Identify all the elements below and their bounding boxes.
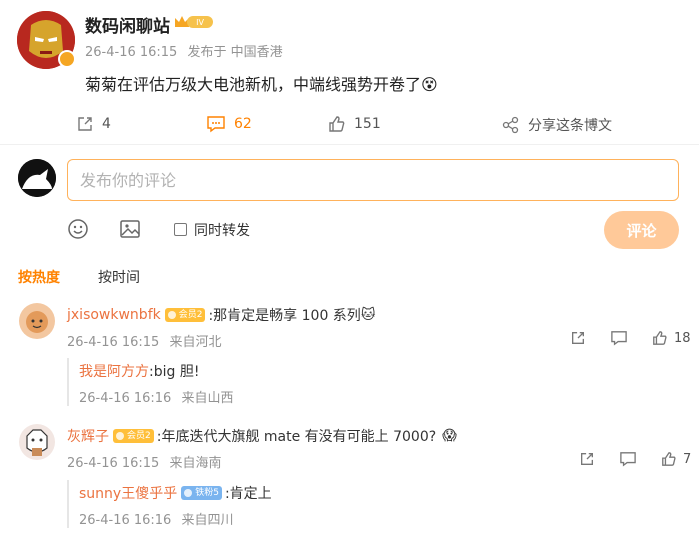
reply-line: sunny王傻乎乎 铁粉5 :肯定上 (79, 483, 272, 503)
comment-avatar[interactable] (19, 303, 55, 339)
comment-avatar[interactable] (19, 424, 55, 460)
reply-time: 26-4-16 16:16 (79, 513, 172, 528)
thumbs-up-icon (653, 331, 667, 345)
reply-meta: 26-4-16 16:16 来自四川 (79, 509, 234, 528)
share-icon (502, 116, 519, 134)
post-source: 发布于 中国香港 (187, 45, 283, 60)
tab-sort-time[interactable]: 按时间 (98, 267, 140, 287)
verified-badge-icon (58, 50, 76, 68)
comment-actions: 18 (570, 330, 691, 346)
comment-like-count: 7 (683, 451, 692, 467)
comment-button[interactable]: 62 (206, 115, 252, 133)
divider (0, 144, 699, 145)
comment-icon[interactable] (610, 330, 628, 346)
comment-actions: 7 (579, 451, 691, 467)
comment-icon (207, 116, 225, 133)
reply-location: 来自四川 (181, 513, 234, 528)
submit-comment-button[interactable]: 评论 (604, 211, 679, 249)
post-emoji: 😵 (421, 75, 438, 94)
my-avatar[interactable] (18, 159, 56, 197)
comment-line: 灰辉子 会员2 :年底迭代大旗舰 mate 有没有可能上 7000? 😱 (67, 426, 457, 446)
reply-text: :big 胆! (149, 364, 200, 380)
reply-time: 26-4-16 16:16 (79, 391, 172, 406)
comment-time: 26-4-16 16:15 (67, 335, 160, 350)
fan-badge: 铁粉5 (181, 486, 222, 500)
comment-text: :那肯定是畅享 100 系列 (208, 308, 361, 324)
thumbs-up-icon (329, 116, 345, 132)
comment-author-name[interactable]: 灰辉子 (67, 426, 109, 446)
comment-count: 62 (234, 116, 252, 132)
repost-icon[interactable] (579, 451, 595, 467)
reply-line: 我是阿方方 :big 胆! (79, 361, 199, 381)
repost-icon[interactable] (570, 330, 586, 346)
reply-location: 来自山西 (181, 391, 234, 406)
thumbs-up-icon (662, 452, 676, 466)
comment-location: 来自海南 (169, 456, 222, 471)
reply-bar (67, 358, 69, 406)
post-body: 菊菊在评估万级大电池新机，中端线强势开卷了😵 (85, 71, 438, 95)
comment-icon[interactable] (619, 451, 637, 467)
comment-like-button[interactable]: 18 (652, 330, 691, 346)
comment-text: :年底迭代大旗舰 mate 有没有可能上 7000? (156, 429, 437, 445)
repost-checkbox-label[interactable]: 同时转发 (194, 220, 250, 240)
member-badge: 会员2 (164, 308, 206, 322)
image-icon[interactable] (119, 218, 141, 244)
comment-like-button[interactable]: 7 (661, 451, 691, 467)
comment-author-name[interactable]: jxisowkwnbfk (67, 307, 161, 323)
repost-checkbox[interactable] (174, 223, 187, 236)
comment-like-count: 18 (674, 330, 691, 346)
like-count: 151 (354, 116, 381, 132)
comment-line: jxisowkwnbfk 会员2 :那肯定是畅享 100 系列 🐱 (67, 305, 375, 325)
member-badge: 会员2 (113, 429, 154, 443)
comment-input[interactable] (67, 159, 679, 201)
reply-meta: 26-4-16 16:16 来自山西 (79, 387, 234, 406)
crown-level-icon: IV (173, 13, 215, 35)
like-button[interactable]: 151 (328, 115, 381, 133)
comment-emoji: 🐱 (360, 307, 376, 323)
level-badge-text: IV (196, 18, 204, 27)
post-text: 菊菊在评估万级大电池新机，中端线强势开卷了 (85, 75, 422, 94)
post-author-name[interactable]: 数码闲聊站 (85, 12, 170, 37)
post-meta: 26-4-16 16:15 发布于 中国香港 (85, 41, 283, 60)
comment-meta: 26-4-16 16:15 来自河北 (67, 331, 222, 350)
repost-button[interactable]: 4 (76, 115, 111, 133)
reply-text: :肯定上 (224, 486, 272, 502)
repost-icon (78, 117, 92, 131)
comment-location: 来自河北 (169, 335, 222, 350)
repost-count: 4 (102, 116, 111, 132)
comment-time: 26-4-16 16:15 (67, 456, 160, 471)
tab-sort-hot[interactable]: 按热度 (18, 267, 60, 287)
comment-emoji: 😱 (442, 428, 457, 444)
emoji-icon[interactable] (67, 218, 89, 244)
comment-meta: 26-4-16 16:15 来自海南 (67, 452, 222, 471)
share-button[interactable]: 分享这条博文 (502, 115, 612, 135)
share-label: 分享这条博文 (528, 118, 612, 134)
reply-author-name[interactable]: sunny王傻乎乎 (79, 483, 177, 503)
reply-author-name[interactable]: 我是阿方方 (79, 361, 149, 381)
reply-bar (67, 480, 69, 528)
post-time[interactable]: 26-4-16 16:15 (85, 45, 177, 60)
